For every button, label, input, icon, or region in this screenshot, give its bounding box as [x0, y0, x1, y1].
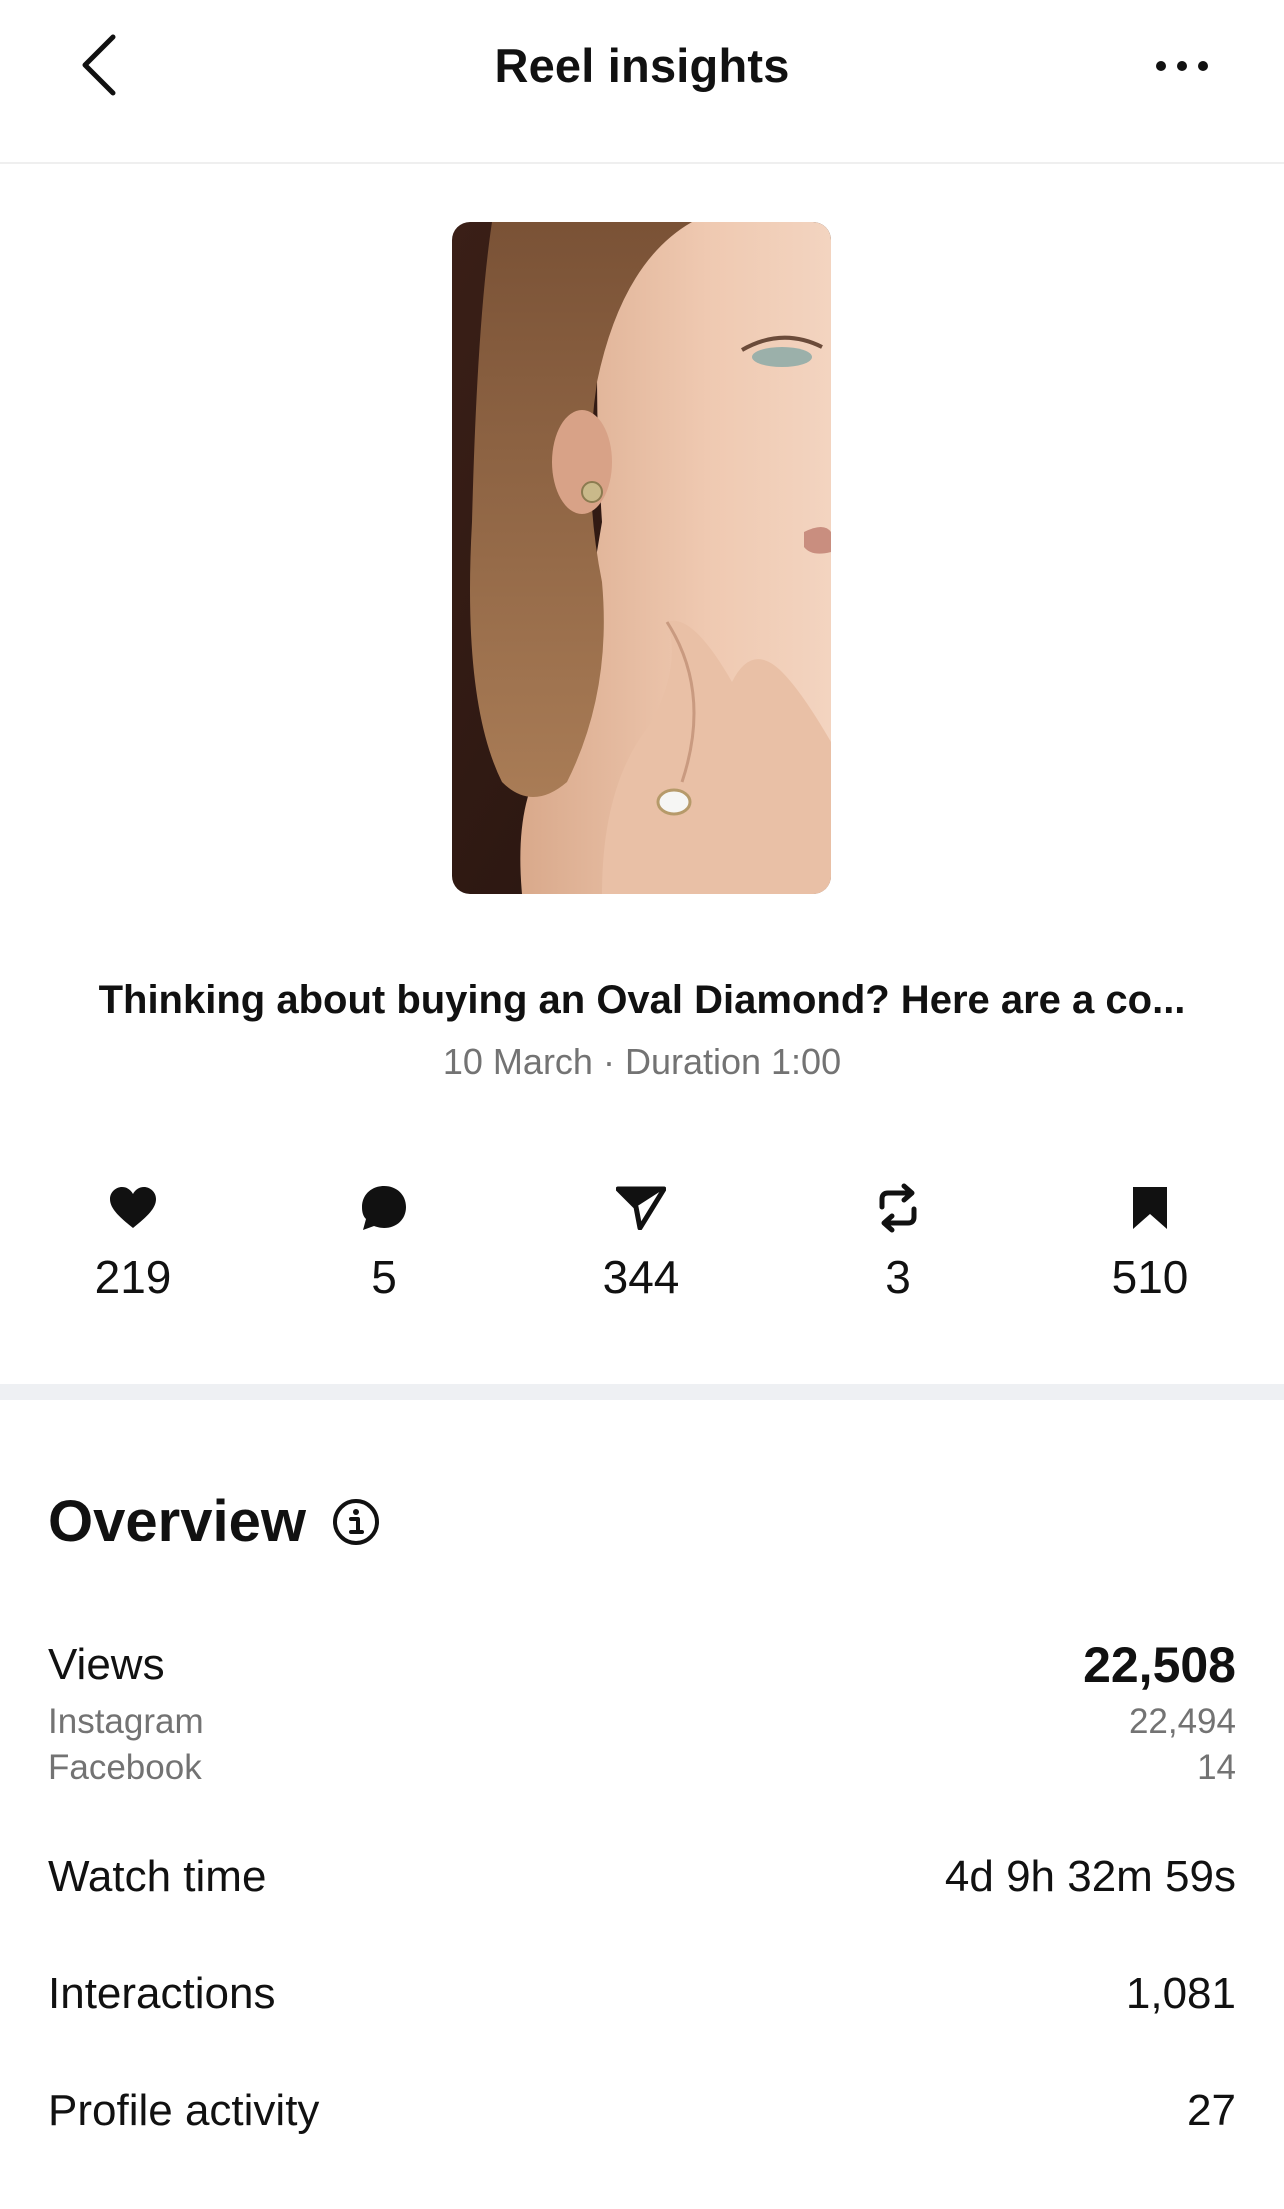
- shares-count: 344: [602, 1251, 680, 1303]
- more-options-button[interactable]: [1150, 48, 1214, 84]
- watch-time-value: 4d 9h 32m 59s: [944, 1852, 1236, 1901]
- interactions-label: Interactions: [48, 1969, 276, 2018]
- stat-saves[interactable]: 510: [1050, 1180, 1250, 1304]
- comments-count: 5: [371, 1251, 397, 1303]
- views-value: 22,508: [1083, 1637, 1236, 1693]
- interactions-value: 1,081: [1125, 1969, 1236, 2018]
- views-facebook-value: 14: [1197, 1748, 1236, 1787]
- overview-header: Overview: [48, 1488, 380, 1555]
- info-icon[interactable]: [332, 1498, 380, 1546]
- views-instagram-value: 22,494: [1128, 1702, 1236, 1741]
- reel-thumbnail-image: [452, 222, 831, 894]
- overview-title: Overview: [48, 1489, 306, 1554]
- stat-comments[interactable]: 5: [284, 1180, 484, 1304]
- heart-icon: [110, 1187, 156, 1228]
- reel-thumbnail[interactable]: [452, 222, 831, 894]
- header-bar: Reel insights: [0, 0, 1284, 164]
- share-icon: [616, 1186, 666, 1230]
- stat-likes[interactable]: 219: [33, 1180, 233, 1304]
- views-facebook-label: Facebook: [48, 1748, 202, 1787]
- profile-activity-label: Profile activity: [48, 2086, 320, 2135]
- likes-count: 219: [94, 1251, 172, 1303]
- saves-count: 510: [1111, 1251, 1189, 1303]
- engagement-stats: 219 5 344 3 510: [0, 1180, 1284, 1310]
- reel-meta: 10 March · Duration 1:00: [442, 1041, 842, 1082]
- stat-reposts[interactable]: 3: [798, 1180, 998, 1304]
- watch-time-label: Watch time: [48, 1852, 267, 1901]
- views-instagram-label: Instagram: [48, 1702, 204, 1741]
- repost-icon: [879, 1183, 917, 1233]
- profile-activity-value: 27: [1187, 2086, 1236, 2135]
- reposts-count: 3: [885, 1251, 911, 1303]
- comment-icon: [362, 1186, 406, 1230]
- bookmark-icon: [1133, 1187, 1167, 1229]
- more-horizontal-icon: [1156, 61, 1208, 71]
- views-label: Views: [48, 1640, 165, 1689]
- reel-caption: Thinking about buying an Oval Diamond? H…: [98, 978, 1186, 1022]
- stat-shares[interactable]: 344: [541, 1180, 741, 1304]
- page-title: Reel insights: [494, 39, 790, 92]
- section-divider: [0, 1384, 1284, 1400]
